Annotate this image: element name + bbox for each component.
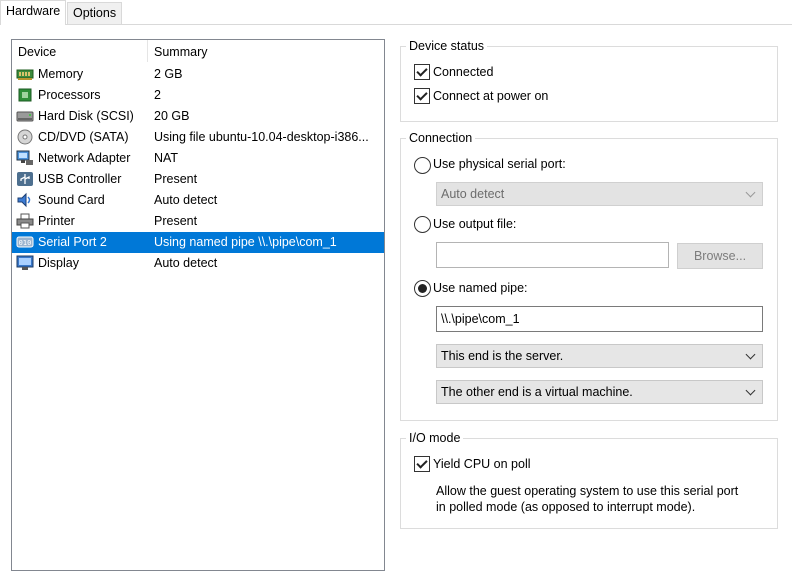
device-summary: NAT — [154, 151, 179, 165]
output-file-label[interactable]: Use output file: — [433, 217, 516, 231]
device-status-title: Device status — [406, 39, 488, 53]
output-file-input[interactable] — [436, 242, 669, 268]
column-header-device[interactable]: Device — [18, 45, 56, 59]
connection-group — [400, 138, 778, 421]
device-status-group — [400, 46, 778, 122]
device-summary: Auto detect — [154, 193, 218, 207]
svg-text:010: 010 — [19, 239, 32, 247]
chevron-down-icon — [745, 349, 756, 360]
printer-icon — [16, 213, 34, 229]
connected-label[interactable]: Connected — [433, 65, 493, 79]
tab-options[interactable]: Options — [67, 2, 123, 24]
device-name: Sound Card — [38, 193, 105, 207]
named-pipe-input[interactable]: \\.\pipe\com_1 — [436, 306, 763, 332]
device-summary: Using file ubuntu-10.04-desktop-i386... — [154, 130, 369, 144]
device-row-printer[interactable]: Printer Present — [12, 211, 384, 232]
io-mode-title: I/O mode — [406, 431, 464, 445]
other-end-value: The other end is a virtual machine. — [441, 385, 633, 399]
device-row-serial-port-2[interactable]: 010 Serial Port 2 Using named pipe \\.\p… — [12, 232, 384, 253]
physical-serial-port-label[interactable]: Use physical serial port: — [433, 157, 566, 171]
other-end-select[interactable]: The other end is a virtual machine. — [436, 380, 763, 404]
sound-card-icon — [17, 192, 31, 208]
hard-disk-icon — [16, 111, 34, 122]
connection-title: Connection — [406, 131, 476, 145]
named-pipe-radio[interactable] — [414, 280, 431, 297]
device-row-sound-card[interactable]: Sound Card Auto detect — [12, 190, 384, 211]
network-adapter-icon — [16, 150, 33, 165]
connect-at-power-on-label[interactable]: Connect at power on — [433, 89, 548, 103]
column-separator[interactable] — [147, 40, 148, 62]
device-row-processors[interactable]: Processors 2 — [12, 85, 384, 106]
device-name: Memory — [38, 67, 84, 81]
physical-port-value: Auto detect — [441, 187, 505, 201]
pipe-end-value: This end is the server. — [441, 349, 564, 363]
device-name: Network Adapter — [38, 151, 131, 165]
device-list-header: Device Summary — [12, 40, 384, 62]
io-mode-description-line1: Allow the guest operating system to use … — [436, 484, 739, 498]
device-name: USB Controller — [38, 172, 122, 186]
connect-at-power-on-checkbox[interactable] — [414, 88, 430, 104]
chevron-down-icon — [745, 385, 756, 396]
device-name: Printer — [38, 214, 75, 228]
connected-checkbox[interactable] — [414, 64, 430, 80]
device-name: Display — [38, 256, 79, 270]
device-name: CD/DVD (SATA) — [38, 130, 129, 144]
device-row-cd-dvd[interactable]: CD/DVD (SATA) Using file ubuntu-10.04-de… — [12, 127, 384, 148]
memory-icon — [16, 69, 34, 80]
device-name: Hard Disk (SCSI) — [38, 109, 134, 123]
usb-icon — [17, 172, 33, 186]
cd-dvd-icon — [17, 129, 33, 145]
column-header-summary[interactable]: Summary — [154, 45, 207, 59]
physical-port-select[interactable]: Auto detect — [436, 182, 763, 206]
device-summary: 2 GB — [154, 67, 183, 81]
device-row-memory[interactable]: Memory 2 GB — [12, 64, 384, 85]
device-summary: Present — [154, 172, 198, 186]
device-summary: Auto detect — [154, 256, 218, 270]
device-summary: 2 — [154, 88, 161, 102]
pipe-end-select[interactable]: This end is the server. — [436, 344, 763, 368]
physical-serial-port-radio[interactable] — [414, 157, 431, 174]
named-pipe-value: \\.\pipe\com_1 — [441, 312, 520, 326]
serial-port-icon: 010 — [16, 236, 34, 248]
device-summary: Using named pipe \\.\pipe\com_1 — [154, 235, 337, 249]
tab-strip: Hardware Options — [0, 0, 792, 25]
device-summary: 20 GB — [154, 109, 190, 123]
named-pipe-label[interactable]: Use named pipe: — [433, 281, 528, 295]
device-row-hard-disk[interactable]: Hard Disk (SCSI) 20 GB — [12, 106, 384, 127]
device-row-display[interactable]: Display Auto detect — [12, 253, 384, 274]
device-summary: Present — [154, 214, 198, 228]
device-list[interactable]: Device Summary Memory 2 GB Processors 2 … — [11, 39, 385, 571]
output-file-radio[interactable] — [414, 216, 431, 233]
processor-icon — [18, 88, 32, 102]
device-row-network-adapter[interactable]: Network Adapter NAT — [12, 148, 384, 169]
chevron-down-icon — [745, 187, 756, 198]
browse-button[interactable]: Browse... — [677, 243, 763, 269]
device-row-usb-controller[interactable]: USB Controller Present — [12, 169, 384, 190]
device-name: Serial Port 2 — [38, 235, 107, 249]
device-name: Processors — [38, 88, 101, 102]
yield-cpu-label[interactable]: Yield CPU on poll — [433, 457, 531, 471]
tab-hardware[interactable]: Hardware — [0, 0, 67, 25]
display-icon — [16, 255, 34, 270]
io-mode-description-line2: in polled mode (as opposed to interrupt … — [436, 500, 696, 514]
yield-cpu-checkbox[interactable] — [414, 456, 430, 472]
